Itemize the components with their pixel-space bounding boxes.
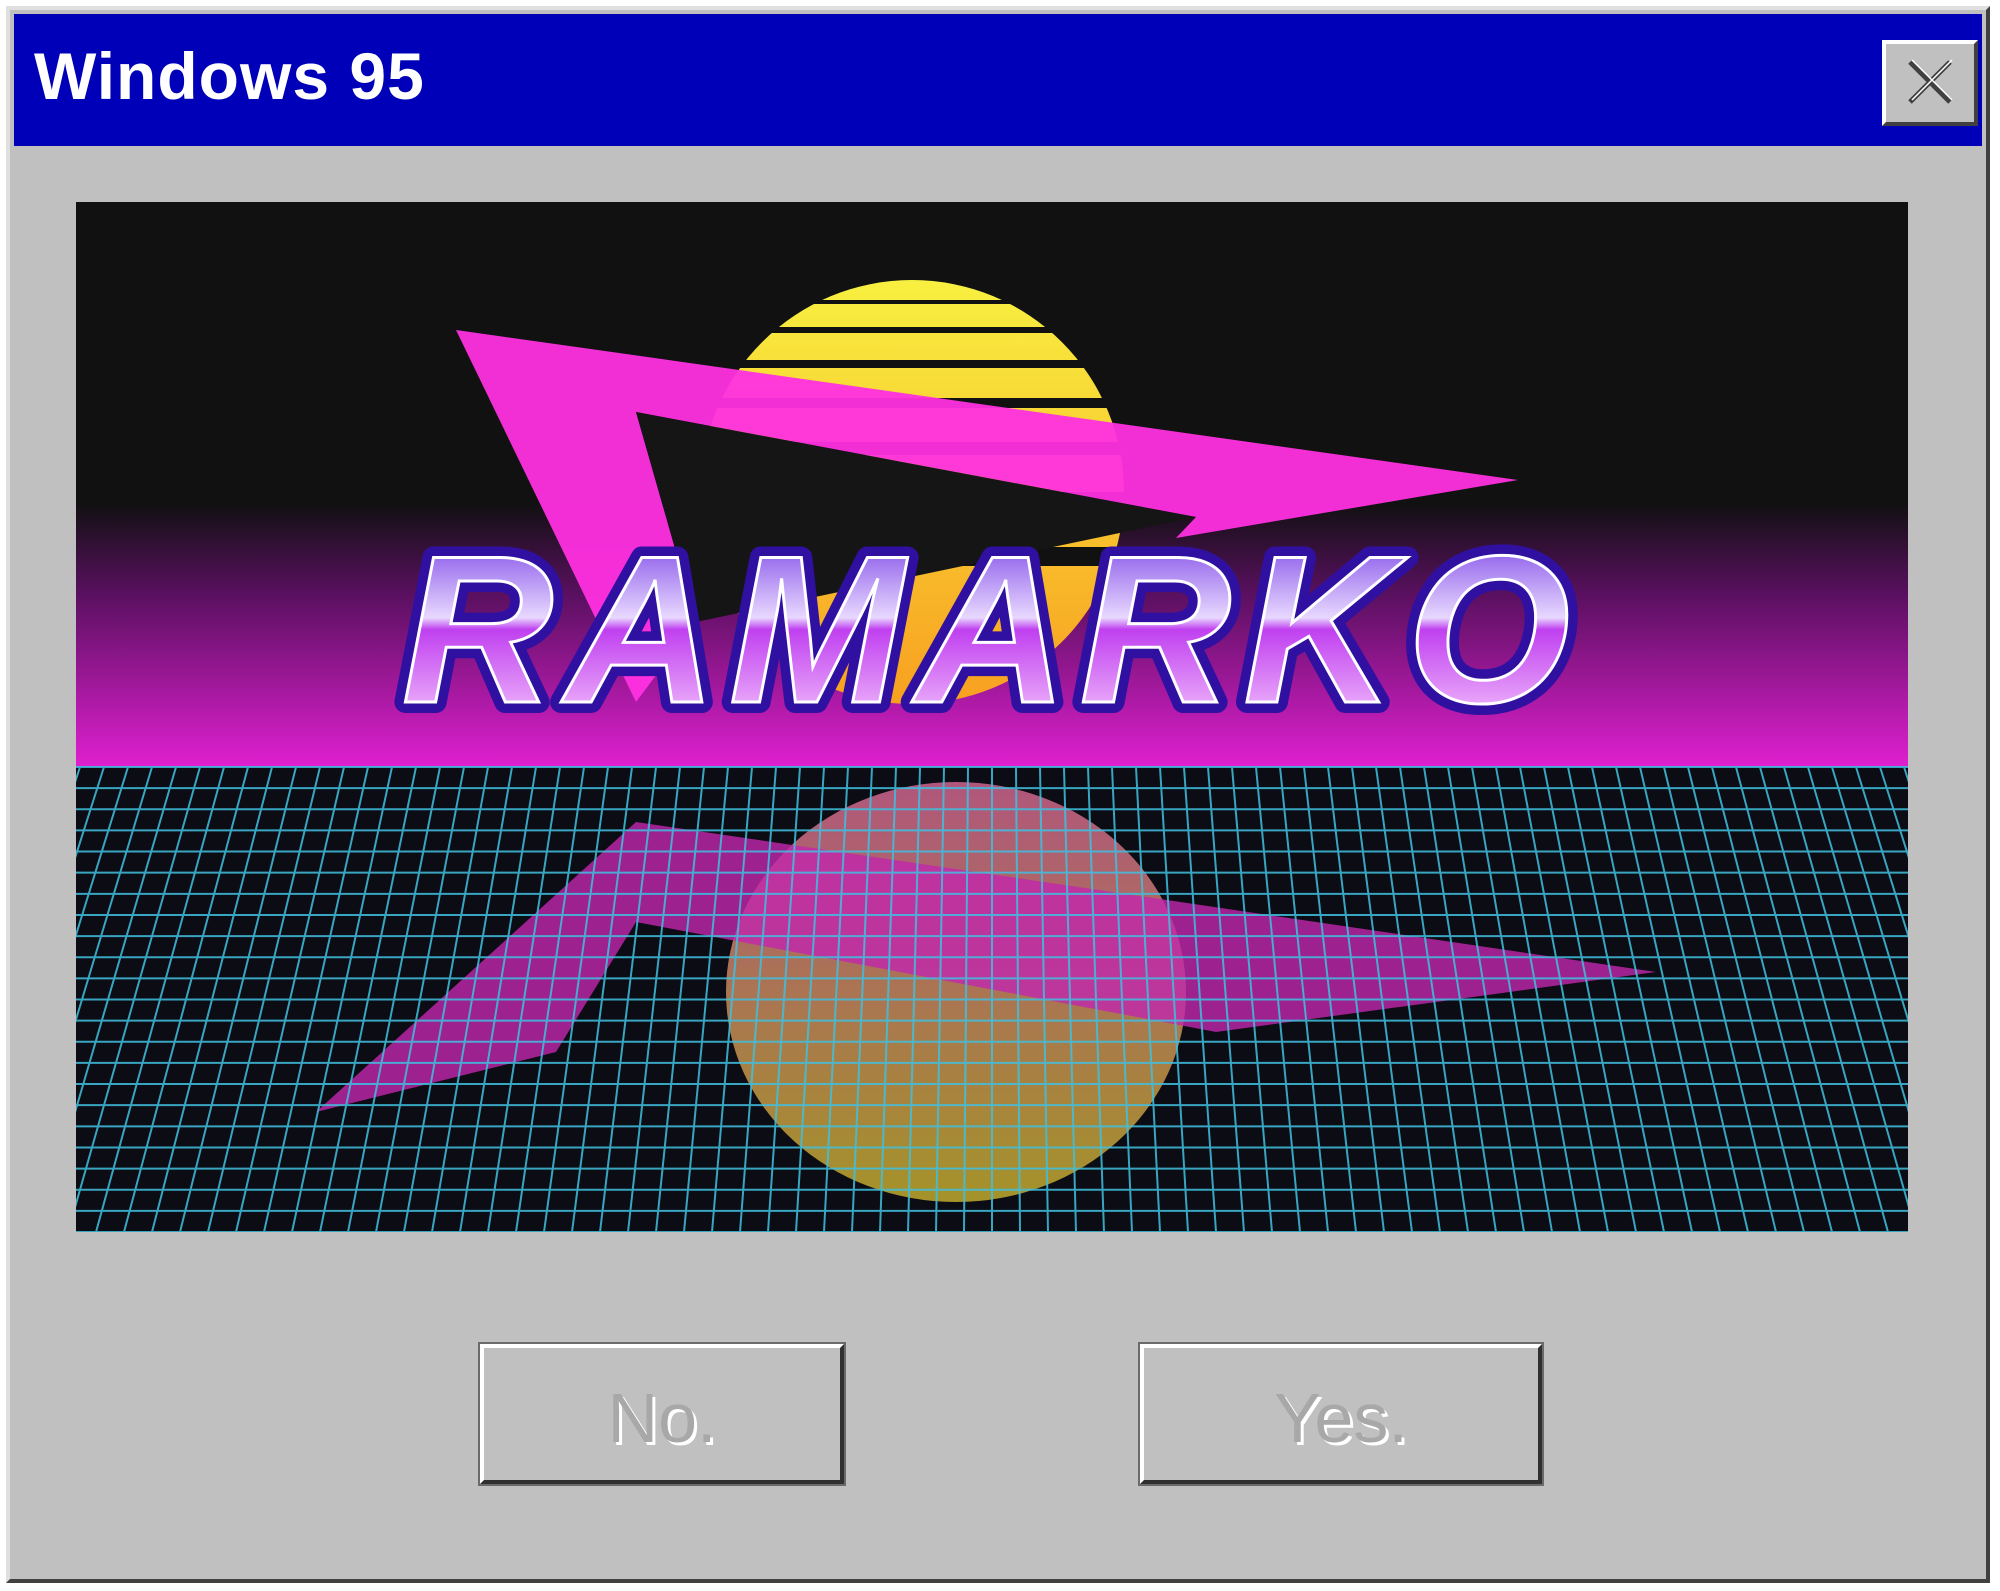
title-bar[interactable]: Windows 95 bbox=[14, 14, 1982, 146]
synthwave-artwork: RAMARKO RAMARKO bbox=[76, 202, 1908, 1232]
close-button[interactable] bbox=[1882, 40, 1978, 126]
yes-button-label: Yes. bbox=[1274, 1379, 1408, 1457]
dialog-window: Windows 95 RAMARKO RAMARKO No. Yes. bbox=[6, 6, 1990, 1583]
no-button[interactable]: No. bbox=[478, 1342, 846, 1486]
logo-text: RAMARKO bbox=[402, 512, 1583, 747]
no-button-label: No. bbox=[607, 1379, 717, 1457]
close-x-icon bbox=[1908, 59, 1953, 104]
window-title: Windows 95 bbox=[34, 39, 425, 113]
artwork-canvas: RAMARKO RAMARKO bbox=[76, 202, 1908, 1232]
yes-button[interactable]: Yes. bbox=[1138, 1342, 1544, 1486]
ramarko-logo: RAMARKO RAMARKO bbox=[391, 501, 1583, 758]
